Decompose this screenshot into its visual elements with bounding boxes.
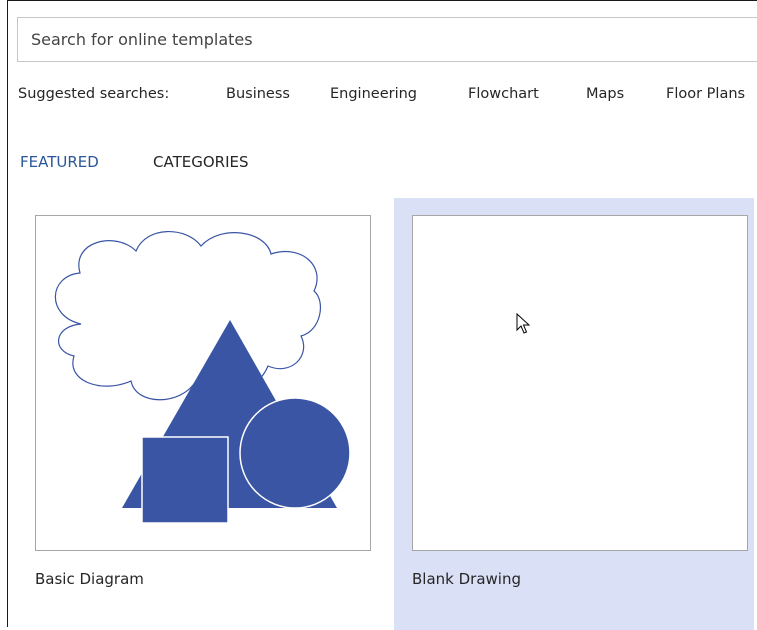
template-label: Blank Drawing bbox=[412, 570, 521, 588]
tab-categories[interactable]: CATEGORIES bbox=[153, 153, 249, 171]
basic-shapes-icon bbox=[54, 231, 351, 524]
search-box[interactable] bbox=[17, 17, 757, 62]
tab-featured[interactable]: FEATURED bbox=[20, 153, 99, 171]
template-label: Basic Diagram bbox=[35, 570, 144, 588]
suggested-searches: Suggested searches: Business Engineering… bbox=[18, 86, 757, 106]
template-tile-basic-diagram[interactable]: Basic Diagram bbox=[17, 198, 377, 630]
search-input[interactable] bbox=[18, 18, 757, 61]
suggested-link-flowchart[interactable]: Flowchart bbox=[468, 86, 539, 102]
template-thumbnail bbox=[35, 215, 371, 551]
suggested-link-engineering[interactable]: Engineering bbox=[330, 86, 417, 102]
template-tile-blank-drawing[interactable]: Blank Drawing bbox=[394, 198, 754, 630]
suggested-link-maps[interactable]: Maps bbox=[586, 86, 624, 102]
suggested-searches-label: Suggested searches: bbox=[18, 86, 170, 102]
suggested-link-business[interactable]: Business bbox=[226, 86, 290, 102]
arrow-cursor-icon bbox=[516, 313, 530, 334]
template-thumbnail bbox=[412, 215, 748, 551]
suggested-link-floor-plans[interactable]: Floor Plans bbox=[666, 86, 745, 102]
